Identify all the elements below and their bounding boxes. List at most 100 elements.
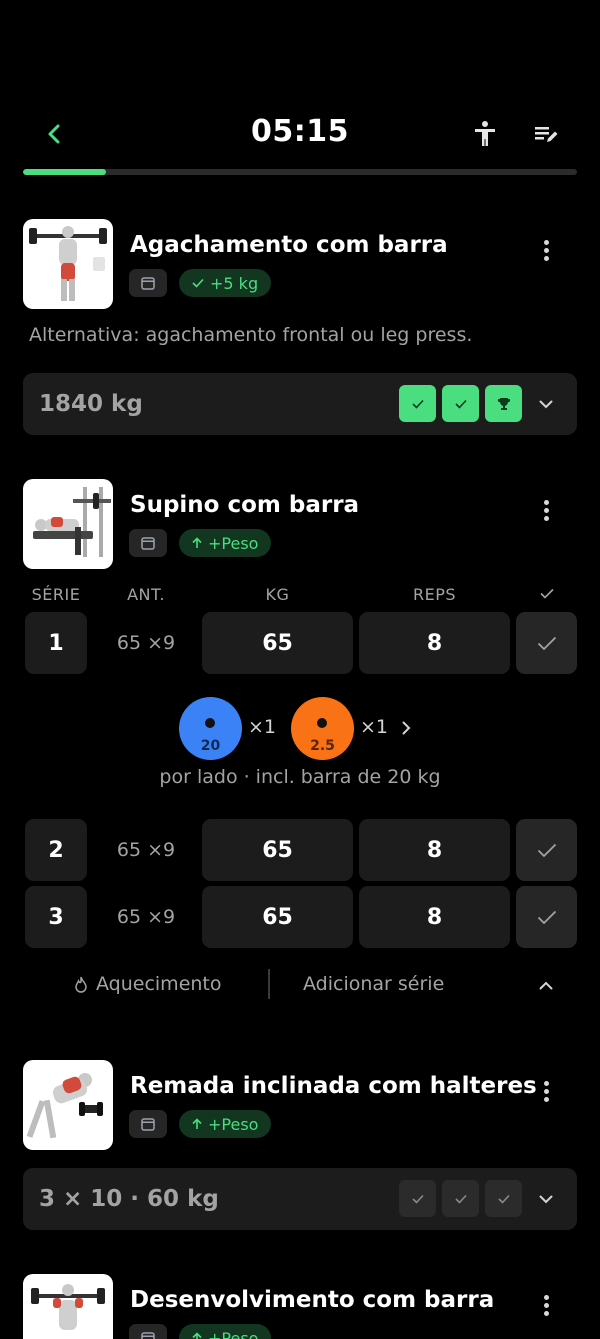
progression-tag: +Peso bbox=[179, 1110, 272, 1138]
expand-button[interactable] bbox=[533, 1187, 559, 1211]
kg-input[interactable]: 65 bbox=[202, 886, 353, 948]
plate-2-5-icon[interactable]: 2.5 bbox=[291, 697, 354, 760]
exercise-thumbnail-row[interactable] bbox=[23, 1060, 113, 1150]
workout-timer: 05:15 bbox=[251, 114, 349, 149]
schedule-badge[interactable] bbox=[129, 1324, 167, 1339]
warmup-button[interactable]: Aquecimento bbox=[74, 973, 222, 995]
dumbbell-row-illustration-icon bbox=[26, 1073, 103, 1139]
plate-count: ×1 bbox=[360, 716, 389, 738]
reps-input[interactable]: 8 bbox=[359, 819, 510, 881]
exercise-menu-button[interactable] bbox=[531, 235, 561, 265]
previous-value[interactable]: 65 ×9 bbox=[100, 906, 192, 928]
tag-label: +Peso bbox=[208, 1114, 259, 1134]
set-status-chip bbox=[442, 385, 479, 422]
column-header-reps: REPS bbox=[412, 585, 457, 604]
summary-total: 3 × 10 · 60 kg bbox=[39, 1186, 219, 1212]
overhead-press-illustration-icon bbox=[31, 1284, 105, 1330]
plate-20-icon[interactable]: 20 bbox=[179, 697, 242, 760]
body-icon-button[interactable] bbox=[469, 118, 501, 150]
flame-icon bbox=[75, 976, 87, 993]
exercise-menu-button[interactable] bbox=[531, 1076, 561, 1106]
edit-list-icon bbox=[535, 127, 558, 142]
complete-set-button[interactable] bbox=[516, 819, 577, 881]
previous-value[interactable]: 65 ×9 bbox=[100, 839, 192, 861]
expand-button[interactable] bbox=[533, 392, 559, 416]
collapse-button[interactable] bbox=[533, 974, 559, 996]
calendar-icon bbox=[141, 277, 155, 290]
progression-tag: +5 kg bbox=[179, 269, 272, 297]
plate-note: por lado · incl. barra de 20 kg bbox=[159, 766, 441, 788]
exercise-summary-bar[interactable]: 3 × 10 · 60 kg bbox=[23, 1168, 577, 1230]
bench-press-illustration-icon bbox=[33, 487, 111, 557]
column-header-done bbox=[516, 588, 577, 599]
progression-tag: +Peso bbox=[179, 1324, 272, 1339]
calendar-icon bbox=[141, 1332, 155, 1339]
exercise-title[interactable]: Supino com barra bbox=[130, 492, 359, 518]
chevron-up-icon bbox=[539, 981, 553, 989]
set-number[interactable]: 1 bbox=[25, 612, 87, 674]
schedule-badge[interactable] bbox=[129, 269, 167, 297]
exercise-menu-button[interactable] bbox=[531, 1290, 561, 1320]
exercise-note: Alternativa: agachamento frontal ou leg … bbox=[29, 324, 473, 346]
kg-input[interactable]: 65 bbox=[202, 612, 353, 674]
exercise-title[interactable]: Desenvolvimento com barra bbox=[130, 1287, 494, 1313]
column-header-previous: ANT. bbox=[127, 585, 165, 604]
set-number[interactable]: 2 bbox=[25, 819, 87, 881]
set-status-chip bbox=[399, 385, 436, 422]
exercise-thumbnail-squat[interactable] bbox=[23, 219, 113, 309]
check-icon bbox=[454, 399, 467, 409]
workout-progress-bar bbox=[23, 169, 577, 175]
tag-label: +Peso bbox=[208, 1328, 259, 1339]
set-status-chip bbox=[442, 1180, 479, 1217]
tag-label: +Peso bbox=[208, 533, 259, 553]
complete-set-button[interactable] bbox=[516, 886, 577, 948]
schedule-badge[interactable] bbox=[129, 1110, 167, 1138]
arrow-up-icon bbox=[192, 1118, 202, 1129]
exercise-thumbnail-bench[interactable] bbox=[23, 479, 113, 569]
chevron-down-icon bbox=[539, 1195, 553, 1203]
calendar-icon bbox=[141, 1118, 155, 1131]
set-status-chip bbox=[485, 1180, 522, 1217]
squat-illustration-icon bbox=[29, 226, 107, 301]
action-divider bbox=[268, 969, 270, 999]
schedule-badge[interactable] bbox=[129, 529, 167, 557]
set-status-chip bbox=[399, 1180, 436, 1217]
check-icon bbox=[454, 1194, 467, 1204]
complete-set-button[interactable] bbox=[516, 612, 577, 674]
add-set-button[interactable]: Adicionar série bbox=[303, 973, 444, 995]
set-number[interactable]: 3 bbox=[25, 886, 87, 948]
edit-notes-button[interactable] bbox=[530, 118, 562, 150]
check-icon bbox=[537, 843, 556, 857]
reps-input[interactable]: 8 bbox=[359, 612, 510, 674]
plate-weight: 2.5 bbox=[310, 738, 335, 754]
exercise-title[interactable]: Agachamento com barra bbox=[130, 232, 448, 258]
check-icon bbox=[192, 278, 204, 288]
reps-input[interactable]: 8 bbox=[359, 886, 510, 948]
chevron-down-icon bbox=[539, 400, 553, 408]
check-icon bbox=[411, 399, 424, 409]
plate-calculator-next[interactable] bbox=[397, 718, 415, 738]
exercise-menu-button[interactable] bbox=[531, 495, 561, 525]
progression-tag: +Peso bbox=[179, 529, 272, 557]
plate-count: ×1 bbox=[248, 716, 277, 738]
previous-value[interactable]: 65 ×9 bbox=[100, 632, 192, 654]
person-icon bbox=[475, 121, 495, 146]
arrow-up-icon bbox=[192, 537, 202, 548]
column-header-kg: KG bbox=[265, 585, 290, 604]
set-status-chip bbox=[485, 385, 522, 422]
summary-total: 1840 kg bbox=[39, 391, 143, 417]
kg-input[interactable]: 65 bbox=[202, 819, 353, 881]
chevron-right-icon bbox=[402, 721, 410, 735]
check-icon bbox=[411, 1194, 424, 1204]
arrow-up-icon bbox=[192, 1332, 202, 1339]
trophy-icon bbox=[497, 397, 510, 410]
exercise-thumbnail-overhead-press[interactable] bbox=[23, 1274, 113, 1339]
exercise-summary-bar[interactable]: 1840 kg bbox=[23, 373, 577, 435]
check-icon bbox=[539, 588, 554, 599]
exercise-title[interactable]: Remada inclinada com halteres bbox=[130, 1073, 537, 1099]
calendar-icon bbox=[141, 537, 155, 550]
check-icon bbox=[537, 910, 556, 924]
plate-weight: 20 bbox=[200, 738, 221, 754]
tag-label: +5 kg bbox=[210, 273, 259, 293]
column-header-set: SÉRIE bbox=[31, 585, 81, 604]
